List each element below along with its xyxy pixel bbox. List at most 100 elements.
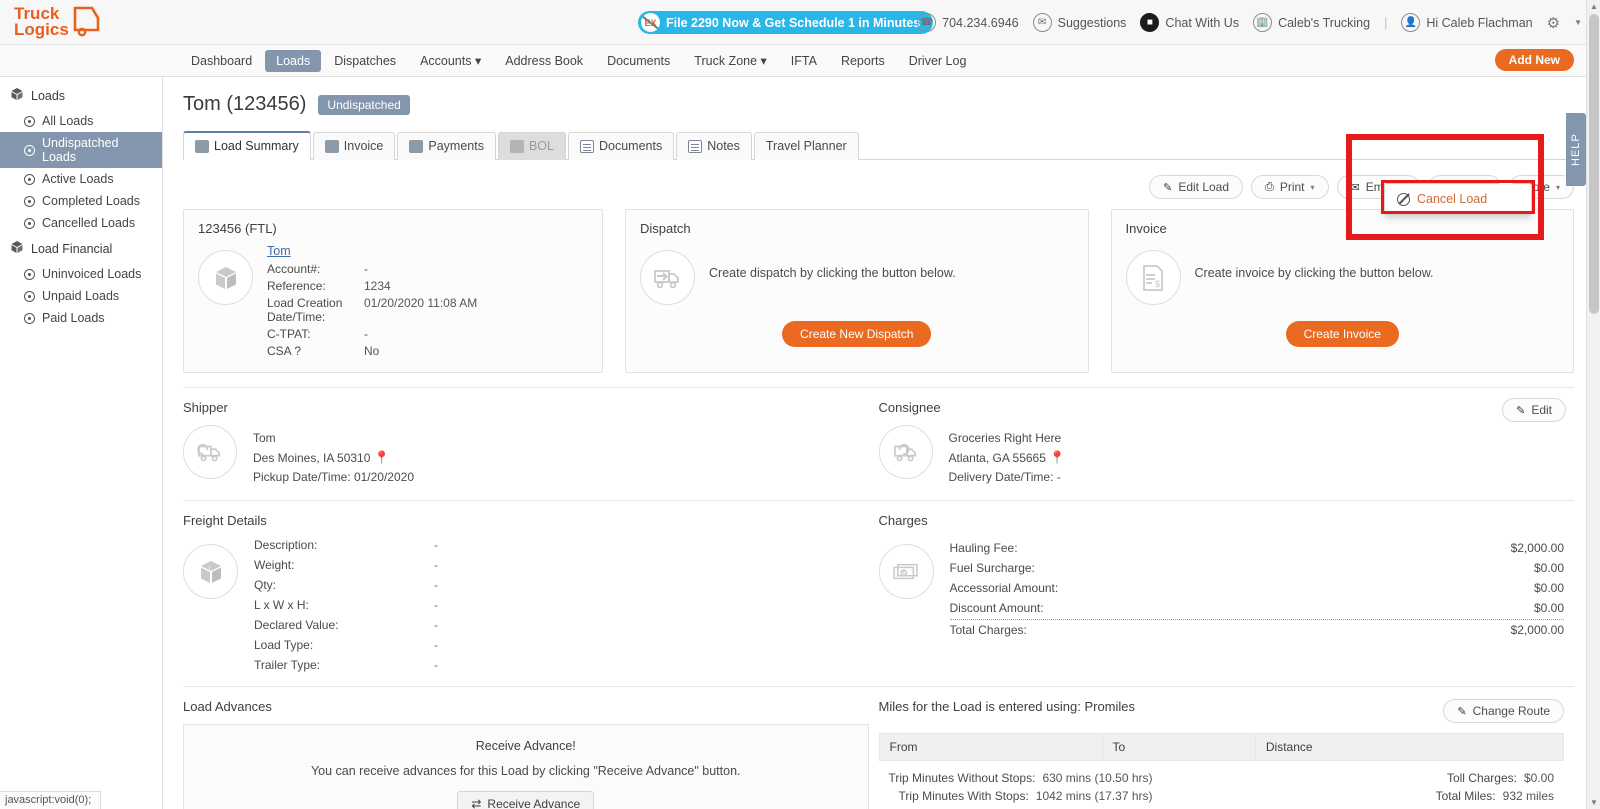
radio-dot-icon — [24, 312, 35, 324]
sidebar-item-label: Paid Loads — [42, 311, 105, 325]
file-2290-promo-label: File 2290 Now & Get Schedule 1 in Minute… — [666, 15, 921, 30]
trip-label: Trip Minutes With Stops: — [898, 789, 1029, 804]
edit-consignee-button[interactable]: ✎ Edit — [1502, 398, 1566, 422]
gear-icon[interactable]: ⚙ — [1547, 14, 1560, 32]
nav-item-reports[interactable]: Reports — [830, 50, 896, 72]
logo-icon: Truck Logics — [14, 4, 100, 39]
sidebar-group-loads[interactable]: Loads — [0, 81, 162, 110]
cancel-load-menu-item[interactable]: Cancel Load — [1385, 188, 1531, 210]
sidebar-item-unpaid-loads[interactable]: Unpaid Loads — [0, 285, 162, 307]
sidebar-item-undispatched-loads[interactable]: Undispatched Loads — [0, 132, 162, 168]
nav-item-dashboard[interactable]: Dashboard — [180, 50, 263, 72]
charges-fields: Hauling Fee: $2,000.00 Fuel Surcharge: $0.0… — [949, 538, 1565, 640]
user-account-item[interactable]: 👤 Hi Caleb Flachman — [1401, 13, 1533, 32]
sidebar-item-paid-loads[interactable]: Paid Loads — [0, 307, 162, 329]
tab-label: Travel Planner — [765, 139, 847, 153]
tab-payments[interactable]: Payments — [397, 132, 496, 160]
shipper-date-value: 01/20/2020 — [353, 469, 414, 484]
charge-row: Fuel Surcharge: $0.00 — [950, 558, 1565, 578]
main-nav-bar: Dashboard Loads Dispatches Accounts ▾ Addres… — [0, 45, 1600, 77]
sidebar-item-completed-loads[interactable]: Completed Loads — [0, 190, 162, 212]
shipper-details: Tom Des Moines, IA 50310 📍 Pickup Date/T… — [253, 425, 414, 486]
consignee-title: Consignee — [878, 400, 941, 415]
separator: | — [1384, 15, 1388, 30]
load-summary-icon — [195, 139, 209, 153]
edit-load-button[interactable]: ✎ Edit Load — [1149, 175, 1244, 199]
trip-value: 630 mins (10.50 hrs) — [1042, 771, 1153, 786]
chat-with-us-item[interactable]: ■ Chat With Us — [1140, 13, 1239, 32]
consignee-section: Consignee ✎ Edit Groceries Right Here At… — [878, 398, 1575, 486]
consignee-date-label: Delivery Date/Time: — [948, 469, 1054, 484]
scroll-up-arrow-icon[interactable]: ▲ — [1590, 2, 1598, 11]
nav-item-loads[interactable]: Loads — [265, 49, 322, 72]
sidebar-group-load-financial[interactable]: Load Financial — [0, 234, 162, 263]
charge-label: Accessorial Amount: — [949, 581, 1059, 596]
create-new-dispatch-button[interactable]: Create New Dispatch — [782, 321, 932, 347]
sidebar-group-label: Load Financial — [31, 241, 113, 256]
page-scrollbar[interactable]: ▲ ▼ — [1586, 0, 1600, 809]
receive-advance-button[interactable]: ⇄ Receive Advance — [457, 791, 595, 809]
phone-item[interactable]: ☎ 704.234.6946 — [917, 13, 1019, 32]
nav-item-dispatches[interactable]: Dispatches — [323, 50, 407, 72]
scrollbar-thumb[interactable] — [1589, 14, 1599, 314]
charge-row: Discount Amount: $0.00 — [949, 598, 1564, 621]
nav-item-accounts[interactable]: Accounts ▾ — [409, 49, 492, 72]
user-avatar-icon: 👤 — [1401, 13, 1421, 32]
shipper-consignee-row: Shipper Tom Des Moines, IA 50310 📍 Picku… — [183, 387, 1574, 486]
freight-field-value: - — [434, 658, 438, 673]
load-field-value: - — [364, 327, 368, 341]
tab-label: Documents — [598, 139, 663, 153]
freight-field-label: Weight: — [254, 558, 295, 573]
company-item[interactable]: 🏢 Caleb's Trucking — [1253, 13, 1370, 32]
freight-section: Freight Details i Description: - Weight: - Q… — [183, 513, 879, 672]
file-2290-promo-button[interactable]: EX File 2290 Now & Get Schedule 1 in Min… — [638, 11, 934, 34]
miles-summary-row: Toll Charges: $0.00 — [1436, 769, 1554, 787]
nav-item-truck-zone[interactable]: Truck Zone ▾ — [683, 49, 778, 72]
status-badge: Undispatched — [318, 94, 410, 115]
trip-summary: Trip Minutes Without Stops: 630 mins (10.… — [879, 761, 1565, 805]
add-new-button[interactable]: Add New — [1494, 49, 1574, 71]
envelope-icon: ✉ — [1350, 181, 1360, 194]
invoice-icon — [324, 139, 339, 153]
box-info-icon: i — [183, 544, 238, 600]
svg-text:i: i — [208, 564, 210, 572]
map-pin-icon[interactable]: 📍 — [1049, 450, 1065, 465]
load-field-label: C-TPAT: — [267, 327, 311, 341]
tab-invoice[interactable]: Invoice — [312, 132, 396, 160]
sidebar-item-all-loads[interactable]: All Loads — [0, 110, 162, 132]
charge-row: Hauling Fee: $2,000.00 — [950, 538, 1565, 558]
tab-load-summary[interactable]: Load Summary — [183, 131, 311, 160]
nav-item-documents[interactable]: Documents — [596, 50, 681, 72]
ex-form-icon: EX — [641, 13, 660, 32]
chat-label: Chat With Us — [1165, 15, 1240, 30]
tab-notes[interactable]: Notes — [676, 132, 752, 160]
action-label: Edit Load — [1178, 180, 1230, 194]
print-button[interactable]: ⎙ Print ▾ — [1251, 175, 1329, 199]
nav-item-address-book[interactable]: Address Book — [494, 50, 594, 72]
truck-logics-logo[interactable]: Truck Logics — [12, 2, 142, 42]
dispatch-card: Dispatch Create dispatch by clicking the… — [625, 209, 1089, 373]
suggestions-item[interactable]: ✉ Suggestions — [1032, 13, 1126, 32]
map-pin-icon[interactable]: 📍 — [374, 450, 390, 465]
nav-item-ifta[interactable]: IFTA — [780, 50, 828, 72]
tab-travel-planner[interactable]: Travel Planner — [753, 132, 859, 160]
chevron-down-icon[interactable]: ▼ — [1574, 18, 1582, 27]
create-invoice-button[interactable]: Create Invoice — [1285, 321, 1399, 347]
shipper-title: Shipper — [183, 400, 228, 415]
help-tab[interactable]: HELP — [1566, 113, 1586, 186]
invoice-card-title: Invoice — [1125, 221, 1167, 236]
tab-documents[interactable]: Documents — [567, 132, 675, 160]
freight-charges-row: Freight Details i Description: - Weight: - Q… — [183, 500, 1574, 672]
sidebar-item-active-loads[interactable]: Active Loads — [0, 168, 162, 190]
sidebar-item-cancelled-loads[interactable]: Cancelled Loads — [0, 212, 162, 234]
load-field-label: Load Creation Date/Time: — [267, 296, 343, 324]
consignee-date-value: - — [1056, 469, 1061, 484]
nav-item-driver-log[interactable]: Driver Log — [898, 50, 978, 72]
change-route-button[interactable]: ✎ Change Route — [1443, 699, 1564, 724]
pencil-icon: ✎ — [1163, 181, 1173, 194]
sidebar-item-label: Unpaid Loads — [42, 289, 120, 303]
sidebar: Loads All Loads Undispatched Loads Active L… — [0, 77, 163, 809]
customer-link[interactable]: Tom — [267, 244, 477, 258]
sidebar-item-uninvoiced-loads[interactable]: Uninvoiced Loads — [0, 263, 162, 285]
scroll-down-arrow-icon[interactable]: ▼ — [1590, 798, 1598, 807]
